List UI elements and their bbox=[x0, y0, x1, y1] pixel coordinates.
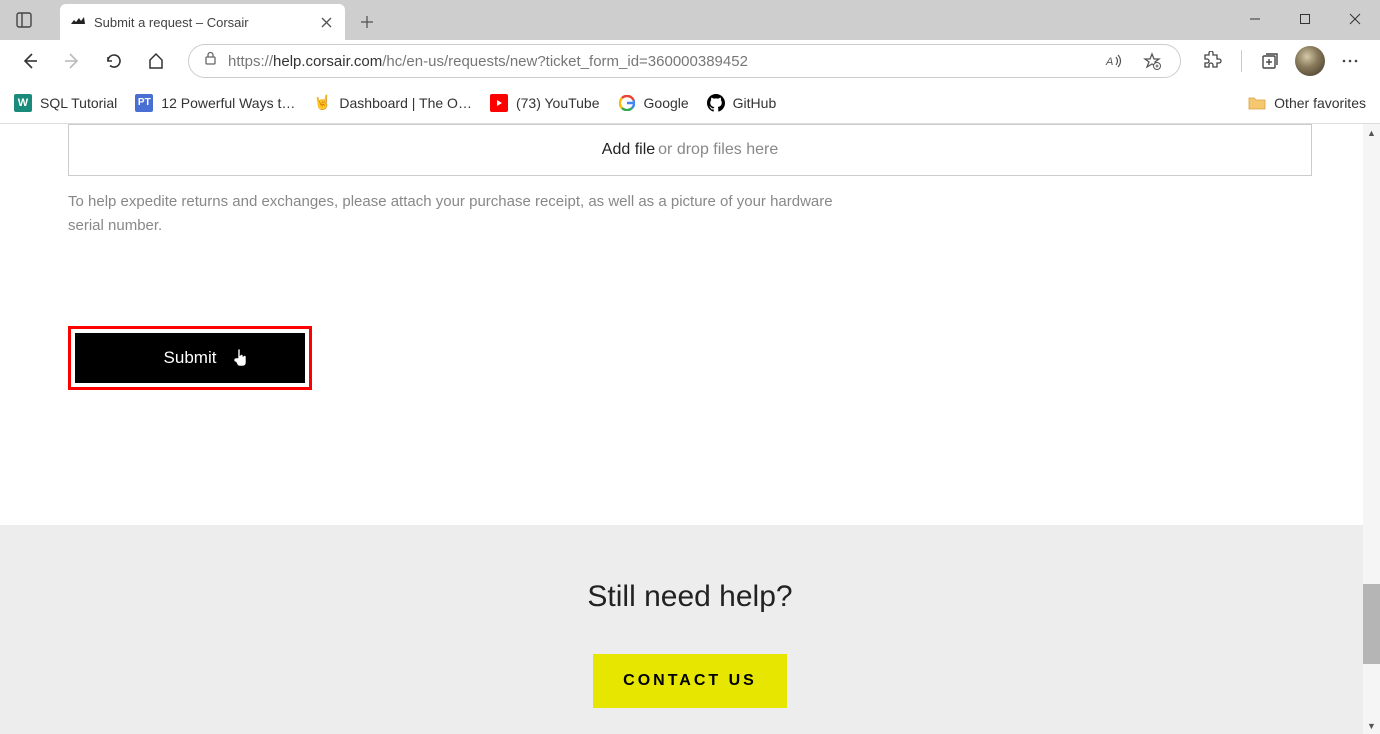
collections-icon[interactable] bbox=[1252, 43, 1288, 79]
contact-us-button[interactable]: CONTACT US bbox=[593, 654, 787, 708]
bookmark-label: Google bbox=[644, 95, 689, 111]
other-favorites-label: Other favorites bbox=[1274, 95, 1366, 111]
extensions-icon[interactable] bbox=[1195, 43, 1231, 79]
scroll-thumb[interactable] bbox=[1363, 584, 1380, 664]
tab-title: Submit a request – Corsair bbox=[94, 15, 309, 30]
back-button[interactable] bbox=[12, 43, 48, 79]
new-tab-button[interactable] bbox=[351, 6, 383, 38]
menu-button[interactable] bbox=[1332, 43, 1368, 79]
tab-close-button[interactable] bbox=[317, 13, 335, 31]
page-content: Add file or drop files here To help expe… bbox=[0, 124, 1380, 734]
file-upload-dropzone[interactable]: Add file or drop files here bbox=[68, 124, 1312, 176]
vertical-scrollbar[interactable]: ▲ ▼ bbox=[1363, 124, 1380, 734]
upload-help-text: To help expedite returns and exchanges, … bbox=[68, 190, 858, 238]
bookmark-label: GitHub bbox=[733, 95, 777, 111]
home-button[interactable] bbox=[138, 43, 174, 79]
or-drop-label: or drop files here bbox=[658, 141, 778, 159]
divider bbox=[1241, 50, 1242, 72]
footer-heading: Still need help? bbox=[0, 580, 1380, 614]
profile-avatar[interactable] bbox=[1292, 43, 1328, 79]
bookmark-powerful[interactable]: PT 12 Powerful Ways t… bbox=[135, 94, 295, 112]
close-window-button[interactable] bbox=[1330, 0, 1380, 38]
lock-icon bbox=[203, 51, 218, 71]
bookmark-github[interactable]: GitHub bbox=[707, 94, 777, 112]
bookmark-icon: 🤘 bbox=[313, 94, 331, 112]
bookmark-label: Dashboard | The O… bbox=[339, 95, 472, 111]
add-file-label: Add file bbox=[602, 141, 655, 159]
bookmark-label: SQL Tutorial bbox=[40, 95, 117, 111]
bookmark-youtube[interactable]: (73) YouTube bbox=[490, 94, 600, 112]
maximize-button[interactable] bbox=[1280, 0, 1330, 38]
bookmark-dashboard[interactable]: 🤘 Dashboard | The O… bbox=[313, 94, 472, 112]
window-controls bbox=[1230, 0, 1380, 38]
read-aloud-icon[interactable]: A bbox=[1100, 47, 1128, 75]
minimize-button[interactable] bbox=[1230, 0, 1280, 38]
tab-bar: Submit a request – Corsair bbox=[0, 0, 1380, 40]
url-text: https://help.corsair.com/hc/en-us/reques… bbox=[228, 53, 1090, 70]
submit-label: Submit bbox=[164, 348, 217, 367]
svg-text:A: A bbox=[1105, 56, 1113, 68]
browser-chrome: Submit a request – Corsair bbox=[0, 0, 1380, 124]
submit-button[interactable]: Submit bbox=[75, 333, 305, 383]
bookmark-google[interactable]: Google bbox=[618, 94, 689, 112]
refresh-button[interactable] bbox=[96, 43, 132, 79]
cursor-pointer-icon bbox=[233, 349, 247, 370]
bookmark-sql[interactable]: W SQL Tutorial bbox=[14, 94, 117, 112]
forward-button[interactable] bbox=[54, 43, 90, 79]
folder-icon bbox=[1248, 94, 1266, 112]
browser-tab[interactable]: Submit a request – Corsair bbox=[60, 4, 345, 40]
submit-highlight-box: Submit bbox=[68, 326, 312, 390]
bookmark-label: 12 Powerful Ways t… bbox=[161, 95, 295, 111]
tab-actions-button[interactable] bbox=[6, 2, 42, 38]
scroll-up-arrow[interactable]: ▲ bbox=[1363, 124, 1380, 141]
form-area: Add file or drop files here To help expe… bbox=[0, 124, 1380, 390]
nav-toolbar: https://help.corsair.com/hc/en-us/reques… bbox=[0, 40, 1380, 82]
bookmarks-bar: W SQL Tutorial PT 12 Powerful Ways t… 🤘 … bbox=[0, 82, 1380, 124]
youtube-icon bbox=[490, 94, 508, 112]
google-icon bbox=[618, 94, 636, 112]
github-icon bbox=[707, 94, 725, 112]
corsair-favicon bbox=[70, 14, 86, 30]
help-footer: Still need help? CONTACT US bbox=[0, 525, 1380, 734]
toolbar-right bbox=[1195, 43, 1368, 79]
bookmark-icon: PT bbox=[135, 94, 153, 112]
address-bar[interactable]: https://help.corsair.com/hc/en-us/reques… bbox=[188, 44, 1181, 78]
bookmark-icon: W bbox=[14, 94, 32, 112]
scroll-down-arrow[interactable]: ▼ bbox=[1363, 717, 1380, 734]
other-favorites[interactable]: Other favorites bbox=[1248, 94, 1366, 112]
favorites-icon[interactable] bbox=[1138, 47, 1166, 75]
bookmark-label: (73) YouTube bbox=[516, 95, 600, 111]
